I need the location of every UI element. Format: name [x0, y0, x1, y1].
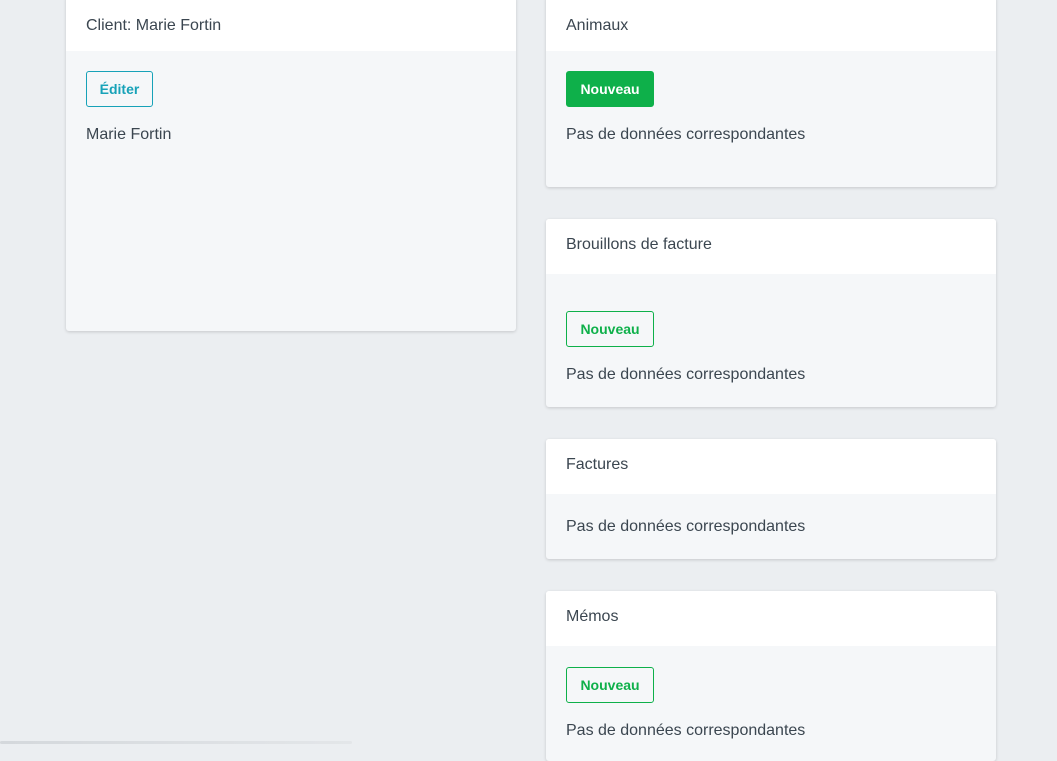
memos-card-header: Mémos: [546, 591, 996, 646]
animals-empty-text: Pas de données correspondantes: [566, 126, 806, 143]
memos-empty-text: Pas de données correspondantes: [566, 722, 806, 739]
animals-card-title: Animaux: [566, 17, 629, 34]
client-card: Client: Marie Fortin Éditer Marie Fortin: [66, 0, 516, 331]
invoices-card: Factures Pas de données correspondantes: [546, 439, 996, 559]
client-card-header: Client: Marie Fortin: [66, 0, 516, 51]
new-memo-button[interactable]: Nouveau: [566, 667, 654, 703]
new-animal-button[interactable]: Nouveau: [566, 71, 654, 107]
invoices-card-title: Factures: [566, 456, 629, 473]
client-card-title: Client: Marie Fortin: [86, 17, 222, 34]
animals-card-header: Animaux: [546, 0, 996, 51]
invoice-drafts-card: Brouillons de facture Nouveau Pas de don…: [546, 219, 996, 407]
memos-card: Mémos Nouveau Pas de données corresponda…: [546, 591, 996, 761]
edit-client-button[interactable]: Éditer: [86, 71, 153, 107]
memos-card-title: Mémos: [566, 608, 619, 625]
invoice-drafts-card-title: Brouillons de facture: [566, 236, 712, 253]
new-invoice-draft-button[interactable]: Nouveau: [566, 311, 654, 347]
invoices-card-header: Factures: [546, 439, 996, 494]
client-name: Marie Fortin: [86, 126, 172, 143]
animals-card: Animaux Nouveau Pas de données correspon…: [546, 0, 996, 187]
invoice-drafts-card-header: Brouillons de facture: [546, 219, 996, 274]
invoice-drafts-empty-text: Pas de données correspondantes: [566, 366, 806, 383]
invoices-empty-text: Pas de données correspondantes: [566, 518, 806, 535]
